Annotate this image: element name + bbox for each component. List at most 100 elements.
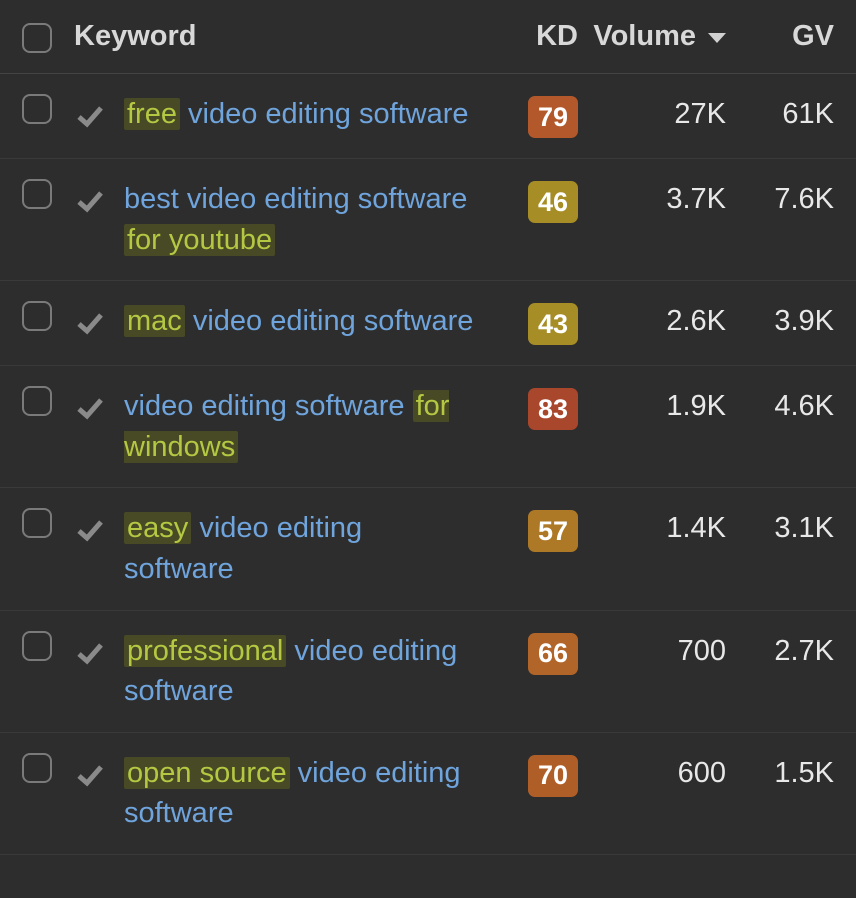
row-checkbox-cell <box>22 631 74 661</box>
table-row: professional video editing software 66700… <box>0 611 856 733</box>
header-gv[interactable]: GV <box>726 20 834 53</box>
row-checkbox-cell <box>22 179 74 209</box>
keyword-text-part: video editing software <box>185 305 474 337</box>
gv-value: 3.1K <box>774 512 834 545</box>
kd-badge: 46 <box>528 181 578 223</box>
table-row: best video editing software for youtube 4… <box>0 159 856 281</box>
row-checkbox[interactable] <box>22 301 52 331</box>
gv-value: 7.6K <box>774 183 834 216</box>
keyword-link[interactable]: mac video editing software <box>124 305 473 337</box>
volume-value: 27K <box>674 98 726 131</box>
volume-cell: 2.6K <box>578 301 726 338</box>
row-checkbox[interactable] <box>22 508 52 538</box>
checkmark-icon <box>74 759 106 791</box>
row-checkmark-cell <box>74 759 122 791</box>
gv-cell: 3.9K <box>726 301 834 338</box>
gv-value: 4.6K <box>774 390 834 423</box>
keyword-link[interactable]: video editing software for windows <box>124 390 449 463</box>
keyword-text-part: video editing software <box>124 390 413 422</box>
header-kd[interactable]: KD <box>488 20 578 53</box>
keyword-text-part: best video editing software <box>124 183 467 215</box>
keyword-cell: video editing software for windows <box>122 386 488 467</box>
gv-cell: 2.7K <box>726 631 834 668</box>
kd-badge: 83 <box>528 388 578 430</box>
keyword-highlight: for youtube <box>124 224 275 256</box>
keyword-link[interactable]: professional video editing software <box>124 635 457 708</box>
keyword-table: Keyword KD Volume GV free video editing … <box>0 0 856 855</box>
keyword-cell: mac video editing software <box>122 301 488 342</box>
keyword-link[interactable]: best video editing software for youtube <box>124 183 467 256</box>
kd-cell: 79 <box>488 94 578 138</box>
gv-cell: 1.5K <box>726 753 834 790</box>
volume-value: 600 <box>678 757 726 790</box>
kd-cell: 66 <box>488 631 578 675</box>
table-row: mac video editing software 43 2.6K3.9K <box>0 281 856 366</box>
table-row: free video editing software 79 27K61K <box>0 74 856 159</box>
volume-value: 2.6K <box>666 305 726 338</box>
checkmark-icon <box>74 100 106 132</box>
keyword-link[interactable]: open source video editing software <box>124 757 461 830</box>
kd-cell: 83 <box>488 386 578 430</box>
table-header-row: Keyword KD Volume GV <box>0 0 856 74</box>
kd-badge: 43 <box>528 303 578 345</box>
volume-cell: 1.9K <box>578 386 726 423</box>
gv-value: 2.7K <box>774 635 834 668</box>
row-checkbox[interactable] <box>22 753 52 783</box>
kd-badge: 57 <box>528 510 578 552</box>
row-checkbox[interactable] <box>22 631 52 661</box>
header-keyword[interactable]: Keyword <box>74 20 488 53</box>
row-checkmark-cell <box>74 392 122 424</box>
kd-badge: 70 <box>528 755 578 797</box>
volume-cell: 700 <box>578 631 726 668</box>
row-checkbox-cell <box>22 386 74 416</box>
checkmark-icon <box>74 514 106 546</box>
row-checkmark-cell <box>74 100 122 132</box>
kd-badge: 66 <box>528 633 578 675</box>
kd-cell: 46 <box>488 179 578 223</box>
volume-cell: 600 <box>578 753 726 790</box>
kd-badge: 79 <box>528 96 578 138</box>
keyword-cell: professional video editing software <box>122 631 488 712</box>
keyword-highlight: professional <box>124 635 286 667</box>
keyword-highlight: mac <box>124 305 185 337</box>
keyword-highlight: open source <box>124 757 290 789</box>
keyword-cell: best video editing software for youtube <box>122 179 488 260</box>
gv-cell: 4.6K <box>726 386 834 423</box>
header-checkbox-cell <box>22 21 74 53</box>
volume-cell: 1.4K <box>578 508 726 545</box>
header-volume-label: Volume <box>593 20 696 53</box>
row-checkbox-cell <box>22 508 74 538</box>
row-checkbox[interactable] <box>22 386 52 416</box>
checkmark-icon <box>74 637 106 669</box>
table-row: easy video editing software 571.4K 3.1K <box>0 488 856 610</box>
gv-cell: 3.1K <box>726 508 834 545</box>
gv-value: 1.5K <box>774 757 834 790</box>
keyword-text-part: video editing software <box>180 98 469 130</box>
row-checkbox[interactable] <box>22 179 52 209</box>
keyword-cell: free video editing software <box>122 94 488 135</box>
row-checkmark-cell <box>74 307 122 339</box>
checkmark-icon <box>74 392 106 424</box>
keyword-highlight: easy <box>124 512 191 544</box>
table-row: video editing software for windows 83 1.9K… <box>0 366 856 488</box>
volume-cell: 3.7K <box>578 179 726 216</box>
row-checkmark-cell <box>74 185 122 217</box>
gv-cell: 61K <box>726 94 834 131</box>
keyword-cell: easy video editing software <box>122 508 488 589</box>
checkmark-icon <box>74 307 106 339</box>
gv-cell: 7.6K <box>726 179 834 216</box>
row-checkbox-cell <box>22 301 74 331</box>
select-all-checkbox[interactable] <box>22 23 52 53</box>
row-checkbox[interactable] <box>22 94 52 124</box>
row-checkmark-cell <box>74 637 122 669</box>
keyword-cell: open source video editing software <box>122 753 488 834</box>
checkmark-icon <box>74 185 106 217</box>
keyword-link[interactable]: free video editing software <box>124 98 469 130</box>
header-volume[interactable]: Volume <box>578 20 726 53</box>
kd-cell: 43 <box>488 301 578 345</box>
sort-descending-icon <box>708 33 726 43</box>
volume-value: 1.9K <box>666 390 726 423</box>
keyword-link[interactable]: easy video editing software <box>124 512 362 585</box>
kd-cell: 70 <box>488 753 578 797</box>
table-row: open source video editing software 70 600 1… <box>0 733 856 855</box>
